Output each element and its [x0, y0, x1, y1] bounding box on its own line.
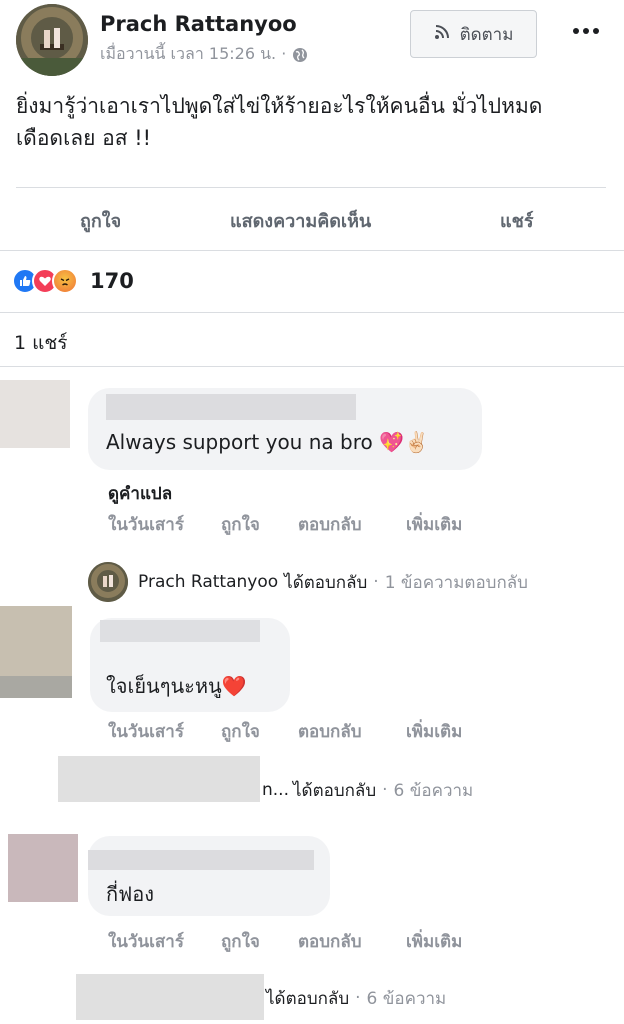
comment-time: ในวันเสาร์ [108, 515, 184, 535]
more-options-icon[interactable] [566, 16, 606, 46]
reaction-count: 170 [90, 269, 134, 293]
post-action-bar: ถูกใจ แสดงความคิดเห็น แชร์ [0, 188, 624, 250]
like-button[interactable]: ถูกใจ [80, 206, 121, 235]
redacted-name [100, 620, 260, 642]
author-avatar[interactable] [16, 4, 88, 76]
redacted-reply-avatar [58, 756, 260, 802]
share-button[interactable]: แชร์ [500, 206, 534, 235]
comment-reply-button[interactable]: ตอบกลับ [298, 511, 362, 538]
divider [0, 312, 624, 313]
redacted-name [88, 850, 314, 870]
rss-icon [434, 24, 450, 45]
comment-text: กี่ฟอง [106, 882, 155, 906]
post-header: Prach Rattanyoo เมื่อวานนี้ เวลา 15:26 น… [0, 0, 624, 80]
follow-button[interactable]: ติดตาม [410, 10, 537, 58]
comment-time: ในวันเสาร์ [108, 722, 184, 742]
post-time-text: เมื่อวานนี้ เวลา 15:26 น. · [100, 44, 287, 63]
reply-verb: ได้ตอบกลับ [266, 988, 350, 1009]
comment-time: ในวันเสาร์ [108, 932, 184, 952]
divider [0, 250, 624, 251]
reply-count: 6 ข้อความ [393, 780, 474, 801]
comment-more-button[interactable]: เพิ่มเติม [406, 928, 462, 955]
comment-reply-button[interactable]: ตอบกลับ [298, 928, 362, 955]
comment-text: ใจเย็นๆนะหนู❤️ [106, 674, 247, 698]
comment-more-button[interactable]: เพิ่มเติม [406, 718, 462, 745]
comment-like-button[interactable]: ถูกใจ [221, 511, 260, 538]
reply-count: 1 ข้อความตอบกลับ [384, 572, 528, 593]
redacted-image [0, 676, 72, 698]
reply-avatar [88, 562, 128, 602]
comment-actions: ในวันเสาร์ ถูกใจ ตอบกลับ เพิ่มเติม [108, 928, 488, 952]
post-text: ยิ่งมารู้ว่าเอาเราไปพูดใส่ไข่ให้ร้ายอะไร… [16, 94, 543, 150]
reply-count: 6 ข้อความ [366, 988, 447, 1009]
reply-thread-link[interactable]: Prach Rattanyoo ได้ตอบกลับ · 1 ข้อความตอ… [88, 562, 528, 602]
comment-like-button[interactable]: ถูกใจ [221, 718, 260, 745]
comment-actions: ในวันเสาร์ ถูกใจ ตอบกลับ เพิ่มเติม [108, 511, 488, 535]
commenter-avatar[interactable] [0, 380, 70, 448]
comment-more-button[interactable]: เพิ่มเติม [406, 511, 462, 538]
comment-actions: ในวันเสาร์ ถูกใจ ตอบกลับ เพิ่มเติม [108, 718, 488, 742]
redacted-name [106, 394, 356, 420]
see-translation-link[interactable]: ดูคำแปล [108, 480, 172, 507]
reply-thread-link[interactable]: ได้ตอบกลับ · 6 ข้อความ [266, 978, 446, 1018]
reply-verb: ได้ตอบกลับ [284, 572, 368, 593]
comment-text: Always support you na bro 💖✌🏻 [106, 430, 429, 454]
globe-icon [292, 47, 308, 63]
commenter-avatar[interactable] [8, 834, 78, 902]
follow-label: ติดตาม [459, 24, 514, 45]
reply-author: Prach Rattanyoo [138, 572, 279, 592]
reactions-summary[interactable]: 170 [12, 266, 134, 296]
reply-thread-link[interactable]: n... ได้ตอบกลับ · 6 ข้อความ [262, 770, 473, 810]
comment-button[interactable]: แสดงความคิดเห็น [230, 206, 371, 235]
comment-reply-button[interactable]: ตอบกลับ [298, 718, 362, 745]
post-timestamp[interactable]: เมื่อวานนี้ เวลา 15:26 น. · [100, 42, 308, 67]
reply-author: n... [262, 780, 289, 800]
comment-like-button[interactable]: ถูกใจ [221, 928, 260, 955]
redacted-reply-avatar [76, 974, 264, 1020]
share-count[interactable]: 1 แชร์ [14, 328, 67, 358]
author-name[interactable]: Prach Rattanyoo [100, 12, 297, 36]
reply-verb: ได้ตอบกลับ [293, 780, 377, 801]
angry-icon [52, 268, 78, 294]
divider [0, 366, 624, 367]
